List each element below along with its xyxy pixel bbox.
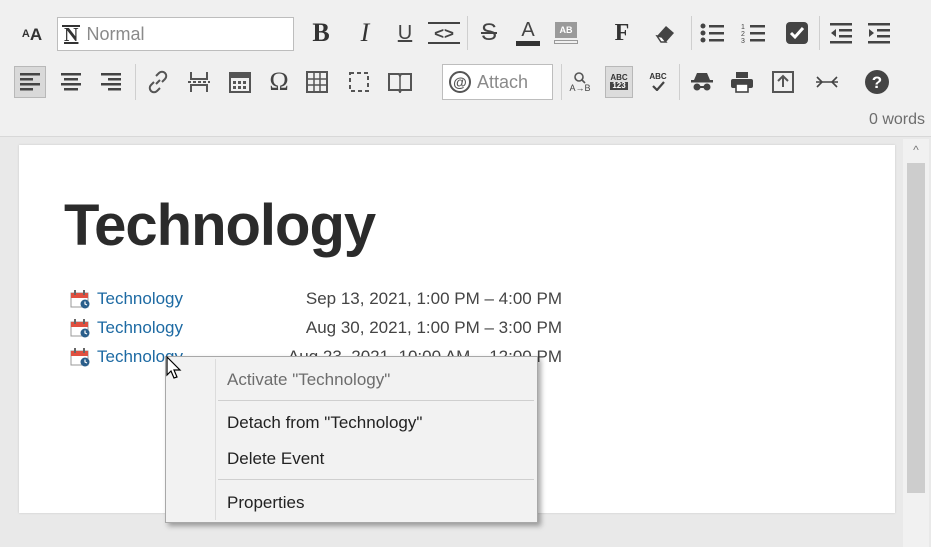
table-icon[interactable] bbox=[302, 66, 332, 98]
normal-style-icon: N bbox=[62, 23, 81, 46]
event-time: Aug 30, 2021, 1:00 PM – 3:00 PM bbox=[305, 318, 562, 337]
menu-gutter bbox=[215, 359, 216, 520]
scrollbar-thumb[interactable] bbox=[907, 163, 925, 493]
paragraph-style-value: Normal bbox=[86, 23, 145, 44]
context-menu: Activate "Technology" Detach from "Techn… bbox=[165, 356, 538, 523]
find-replace-icon[interactable]: A→B bbox=[565, 66, 595, 98]
page-break-icon[interactable] bbox=[184, 66, 214, 98]
book-icon[interactable] bbox=[384, 66, 416, 98]
menu-divider bbox=[218, 400, 534, 401]
spelling-count-icon[interactable]: ABC 123 bbox=[605, 66, 633, 98]
font-icon[interactable]: F bbox=[608, 18, 636, 48]
svg-text:?: ? bbox=[872, 73, 882, 92]
scroll-up-arrow-icon[interactable]: ^ bbox=[907, 143, 925, 157]
snippet-icon[interactable] bbox=[344, 66, 374, 98]
attach-icon: @ bbox=[449, 71, 471, 93]
attach-button[interactable]: @ Attach bbox=[442, 64, 553, 100]
editor-window: AA N Normal B I U <> S A AB F 123 Ω @ At… bbox=[0, 0, 931, 547]
event-link[interactable]: Technology bbox=[97, 288, 183, 310]
mouse-cursor-icon bbox=[166, 356, 182, 379]
event-row: Technology Sep 13, 2021, 1:00 PM – 4:00 … bbox=[70, 288, 570, 310]
underline-icon[interactable]: U bbox=[390, 18, 420, 48]
bold-icon[interactable]: B bbox=[306, 18, 336, 48]
outdent-icon[interactable] bbox=[826, 18, 856, 48]
indent-icon[interactable] bbox=[864, 18, 894, 48]
special-character-icon[interactable]: Ω bbox=[263, 66, 295, 98]
spell-check-icon[interactable]: ABC bbox=[644, 66, 672, 98]
incognito-icon[interactable] bbox=[687, 66, 717, 98]
italic-icon[interactable]: I bbox=[350, 18, 380, 48]
eraser-icon[interactable] bbox=[650, 18, 680, 48]
paragraph-style-select[interactable]: N Normal bbox=[57, 17, 294, 51]
code-icon[interactable]: <> bbox=[428, 22, 460, 44]
bullet-list-icon[interactable] bbox=[697, 18, 727, 48]
print-icon[interactable] bbox=[727, 66, 757, 98]
event-link[interactable]: Technology bbox=[97, 317, 183, 339]
menu-item-delete-event[interactable]: Delete Event bbox=[227, 448, 324, 470]
vertical-scrollbar[interactable]: ^ bbox=[903, 139, 929, 547]
align-right-icon[interactable] bbox=[96, 66, 126, 98]
document-heading: Technology bbox=[64, 193, 376, 258]
date-icon[interactable] bbox=[225, 66, 255, 98]
font-color-icon[interactable]: A bbox=[514, 16, 542, 50]
menu-item-activate: Activate "Technology" bbox=[227, 370, 391, 389]
checkbox-list-icon[interactable] bbox=[782, 18, 812, 48]
font-size-icon[interactable]: AA bbox=[16, 20, 48, 48]
align-left-icon[interactable] bbox=[14, 66, 46, 98]
calendar-event-icon bbox=[70, 319, 90, 338]
align-center-icon[interactable] bbox=[56, 66, 86, 98]
link-icon[interactable] bbox=[142, 66, 174, 98]
svg-text:3: 3 bbox=[741, 38, 745, 45]
event-time: Sep 13, 2021, 1:00 PM – 4:00 PM bbox=[305, 289, 562, 308]
export-icon[interactable] bbox=[768, 66, 798, 98]
formatting-toolbar: AA N Normal B I U <> S A AB F 123 Ω @ At… bbox=[0, 0, 931, 137]
attach-label: Attach bbox=[477, 71, 529, 92]
collapse-icon[interactable] bbox=[812, 66, 842, 98]
menu-item-properties[interactable]: Properties bbox=[227, 492, 304, 514]
menu-item-detach[interactable]: Detach from "Technology" bbox=[227, 412, 422, 434]
highlight-icon[interactable]: AB bbox=[552, 18, 580, 48]
help-icon[interactable]: ? bbox=[862, 66, 892, 98]
calendar-event-icon bbox=[70, 290, 90, 309]
event-row: Technology Aug 30, 2021, 1:00 PM – 3:00 … bbox=[70, 317, 570, 339]
strikethrough-icon[interactable]: S bbox=[474, 18, 504, 48]
svg-text:2: 2 bbox=[741, 31, 745, 38]
numbered-list-icon[interactable]: 123 bbox=[738, 18, 768, 48]
calendar-event-icon bbox=[70, 348, 90, 367]
svg-text:1: 1 bbox=[741, 24, 745, 31]
word-count: 0 words bbox=[868, 111, 925, 128]
menu-divider bbox=[218, 479, 534, 480]
